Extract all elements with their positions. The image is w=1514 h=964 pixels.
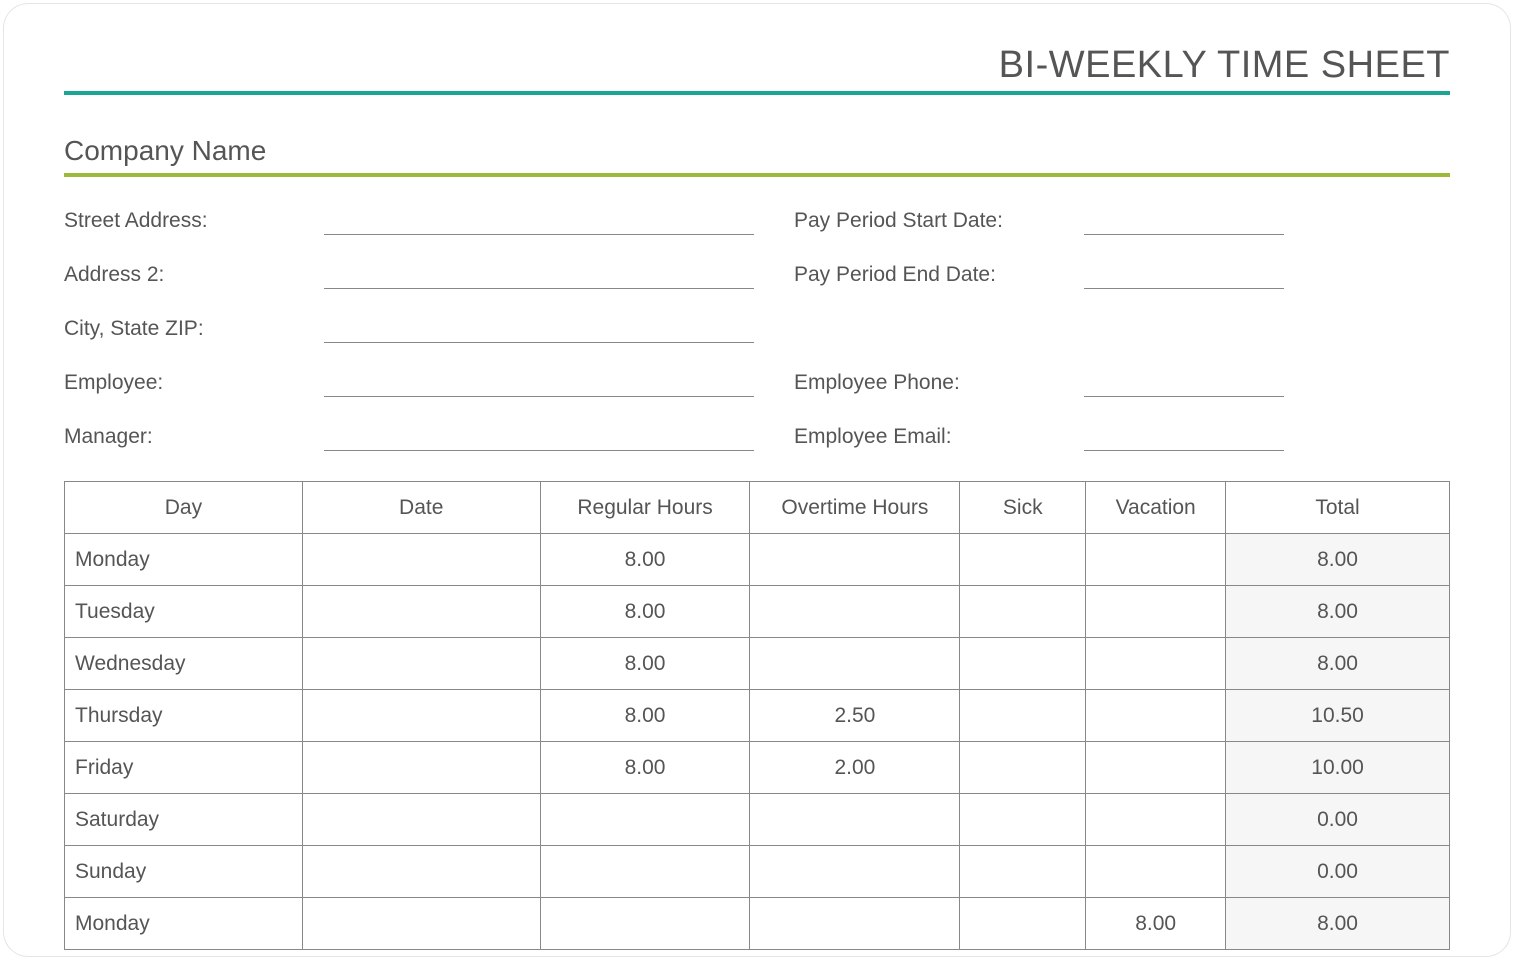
label-employee-email: Employee Email: (794, 421, 1044, 451)
cell-day: Tuesday (65, 586, 303, 638)
label-employee: Employee: (64, 367, 284, 397)
input-employee[interactable] (324, 367, 754, 397)
time-table: Day Date Regular Hours Overtime Hours Si… (64, 481, 1450, 950)
table-row: Saturday 0.00 (65, 794, 1450, 846)
input-manager[interactable] (324, 421, 754, 451)
cell-sick[interactable] (960, 638, 1086, 690)
cell-vacation[interactable] (1086, 586, 1226, 638)
company-divider (64, 173, 1450, 177)
timesheet-page: BI-WEEKLY TIME SHEET Company Name Street… (4, 4, 1510, 956)
table-row: Tuesday 8.00 8.00 (65, 586, 1450, 638)
cell-vacation[interactable] (1086, 742, 1226, 794)
cell-regular[interactable]: 8.00 (540, 586, 750, 638)
table-row: Thursday 8.002.50 10.50 (65, 690, 1450, 742)
table-row: Sunday 0.00 (65, 846, 1450, 898)
cell-total: 10.00 (1226, 742, 1450, 794)
page-title: BI-WEEKLY TIME SHEET (64, 44, 1450, 87)
cell-overtime[interactable] (750, 586, 960, 638)
th-day: Day (65, 482, 303, 534)
table-row: Wednesday 8.00 8.00 (65, 638, 1450, 690)
cell-vacation[interactable] (1086, 846, 1226, 898)
cell-sick[interactable] (960, 846, 1086, 898)
th-regular: Regular Hours (540, 482, 750, 534)
cell-date[interactable] (302, 586, 540, 638)
label-pay-end: Pay Period End Date: (794, 259, 1044, 289)
cell-day: Monday (65, 898, 303, 950)
th-date: Date (302, 482, 540, 534)
cell-date[interactable] (302, 846, 540, 898)
input-city-state-zip[interactable] (324, 313, 754, 343)
info-grid: Street Address: Pay Period Start Date: A… (64, 205, 1450, 451)
cell-regular[interactable] (540, 898, 750, 950)
table-row: Friday 8.002.00 10.00 (65, 742, 1450, 794)
cell-overtime[interactable] (750, 638, 960, 690)
cell-date[interactable] (302, 638, 540, 690)
label-manager: Manager: (64, 421, 284, 451)
cell-overtime[interactable] (750, 898, 960, 950)
empty-cell (794, 313, 1044, 343)
input-address2[interactable] (324, 259, 754, 289)
table-row: Monday 8.00 8.00 (65, 534, 1450, 586)
input-employee-email[interactable] (1084, 421, 1284, 451)
cell-date[interactable] (302, 898, 540, 950)
cell-sick[interactable] (960, 898, 1086, 950)
cell-day: Friday (65, 742, 303, 794)
cell-date[interactable] (302, 690, 540, 742)
cell-total: 8.00 (1226, 898, 1450, 950)
input-pay-end[interactable] (1084, 259, 1284, 289)
cell-regular[interactable]: 8.00 (540, 534, 750, 586)
cell-total: 0.00 (1226, 794, 1450, 846)
cell-regular[interactable] (540, 846, 750, 898)
cell-day: Monday (65, 534, 303, 586)
cell-sick[interactable] (960, 690, 1086, 742)
empty-cell (1084, 313, 1284, 343)
cell-sick[interactable] (960, 742, 1086, 794)
input-street-address[interactable] (324, 205, 754, 235)
cell-total: 8.00 (1226, 586, 1450, 638)
cell-date[interactable] (302, 794, 540, 846)
cell-day: Thursday (65, 690, 303, 742)
th-total: Total (1226, 482, 1450, 534)
label-address2: Address 2: (64, 259, 284, 289)
th-sick: Sick (960, 482, 1086, 534)
cell-vacation[interactable]: 8.00 (1086, 898, 1226, 950)
label-pay-start: Pay Period Start Date: (794, 205, 1044, 235)
cell-overtime[interactable]: 2.50 (750, 690, 960, 742)
cell-date[interactable] (302, 742, 540, 794)
cell-overtime[interactable] (750, 794, 960, 846)
table-row: Monday 8.008.00 (65, 898, 1450, 950)
cell-day: Saturday (65, 794, 303, 846)
company-name: Company Name (64, 135, 1450, 167)
cell-total: 10.50 (1226, 690, 1450, 742)
cell-vacation[interactable] (1086, 794, 1226, 846)
cell-sick[interactable] (960, 586, 1086, 638)
label-street-address: Street Address: (64, 205, 284, 235)
cell-day: Wednesday (65, 638, 303, 690)
cell-sick[interactable] (960, 534, 1086, 586)
cell-vacation[interactable] (1086, 534, 1226, 586)
cell-regular[interactable] (540, 794, 750, 846)
cell-overtime[interactable] (750, 846, 960, 898)
input-employee-phone[interactable] (1084, 367, 1284, 397)
cell-date[interactable] (302, 534, 540, 586)
cell-vacation[interactable] (1086, 690, 1226, 742)
cell-total: 8.00 (1226, 534, 1450, 586)
cell-overtime[interactable] (750, 534, 960, 586)
cell-regular[interactable]: 8.00 (540, 638, 750, 690)
input-pay-start[interactable] (1084, 205, 1284, 235)
title-divider (64, 91, 1450, 95)
label-employee-phone: Employee Phone: (794, 367, 1044, 397)
table-header-row: Day Date Regular Hours Overtime Hours Si… (65, 482, 1450, 534)
cell-day: Sunday (65, 846, 303, 898)
cell-overtime[interactable]: 2.00 (750, 742, 960, 794)
th-overtime: Overtime Hours (750, 482, 960, 534)
th-vacation: Vacation (1086, 482, 1226, 534)
cell-regular[interactable]: 8.00 (540, 742, 750, 794)
cell-total: 8.00 (1226, 638, 1450, 690)
label-city-state-zip: City, State ZIP: (64, 313, 284, 343)
cell-regular[interactable]: 8.00 (540, 690, 750, 742)
cell-total: 0.00 (1226, 846, 1450, 898)
cell-sick[interactable] (960, 794, 1086, 846)
cell-vacation[interactable] (1086, 638, 1226, 690)
